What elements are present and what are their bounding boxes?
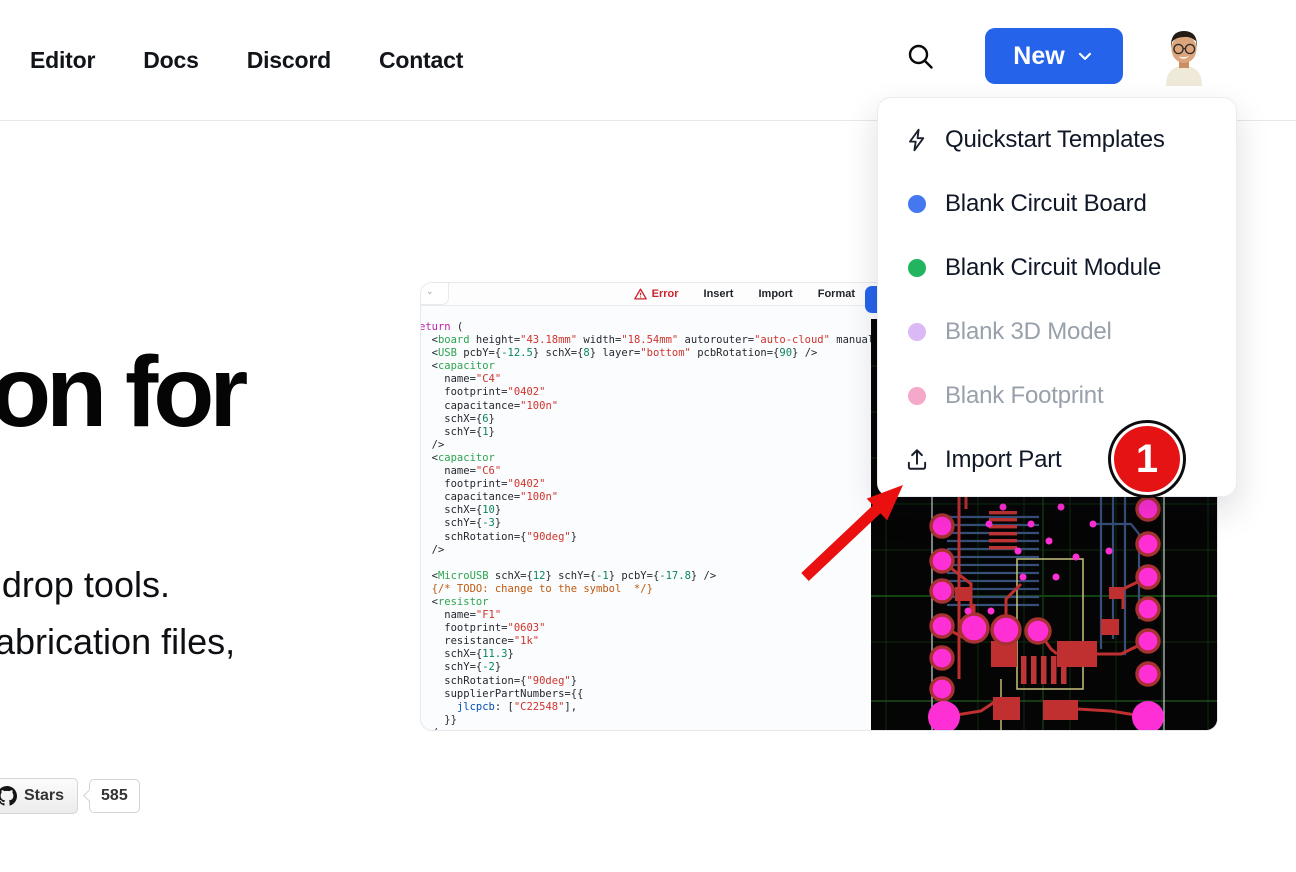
menu-item-label: Import Part (945, 446, 1062, 474)
menu-item-blank-3d-model[interactable]: Blank 3D Model (878, 300, 1236, 364)
menu-item-label: Blank Footprint (945, 382, 1103, 410)
annotation-badge-number: 1 (1136, 437, 1158, 482)
github-stars-button[interactable]: Stars (0, 778, 78, 814)
nav-links: Editor Docs Discord Contact (30, 0, 463, 120)
menu-item-blank-footprint[interactable]: Blank Footprint (878, 364, 1236, 428)
nav-link-docs[interactable]: Docs (143, 47, 198, 74)
hero-paragraph: 'drop tools. abrication files, (0, 556, 235, 670)
annotation-badge: 1 (1108, 420, 1186, 498)
menu-item-label: Blank Circuit Board (945, 190, 1147, 218)
nav-link-discord[interactable]: Discord (247, 47, 331, 74)
new-button[interactable]: New (985, 28, 1123, 84)
github-star-count[interactable]: 585 (89, 779, 140, 813)
github-octocat-icon (0, 786, 17, 806)
upload-icon (903, 447, 931, 473)
hero-paragraph-line: abrication files, (0, 613, 235, 670)
new-button-label: New (1013, 42, 1064, 71)
chevron-down-icon (1075, 46, 1095, 66)
menu-item-label: Blank 3D Model (945, 318, 1112, 346)
error-indicator[interactable]: Error (634, 288, 679, 300)
color-dot (908, 259, 926, 277)
menu-item-blank-circuit-module[interactable]: Blank Circuit Module (878, 236, 1236, 300)
search-icon[interactable] (905, 41, 937, 73)
menu-item-label: Quickstart Templates (945, 126, 1165, 154)
page: Editor Docs Discord Contact New (0, 0, 1296, 872)
editor-tab[interactable]: ⌄ (420, 282, 449, 305)
menu-item-label: Blank Circuit Module (945, 254, 1161, 282)
new-dropdown-menu: Quickstart Templates Blank Circuit Board B… (877, 97, 1237, 497)
menu-item-quickstart-templates[interactable]: Quickstart Templates (878, 108, 1236, 172)
color-dot (908, 387, 926, 405)
lightning-icon (903, 127, 931, 153)
nav-link-contact[interactable]: Contact (379, 47, 463, 74)
github-stars-label: Stars (24, 787, 64, 805)
color-dot (908, 323, 926, 341)
toolbar-import[interactable]: Import (758, 288, 792, 300)
github-stars-widget: Stars 585 (0, 778, 140, 814)
warning-icon (634, 288, 647, 300)
hero-heading: on for (0, 340, 243, 445)
toolbar-insert[interactable]: Insert (704, 288, 734, 300)
hero-paragraph-line: 'drop tools. (0, 556, 235, 613)
avatar[interactable] (1156, 26, 1212, 86)
nav-link-editor[interactable]: Editor (30, 47, 95, 74)
code-content[interactable]: eturn ( <board height="43.18mm" width="1… (420, 321, 871, 730)
color-dot (908, 195, 926, 213)
menu-item-blank-circuit-board[interactable]: Blank Circuit Board (878, 172, 1236, 236)
toolbar-format[interactable]: Format (818, 288, 855, 300)
